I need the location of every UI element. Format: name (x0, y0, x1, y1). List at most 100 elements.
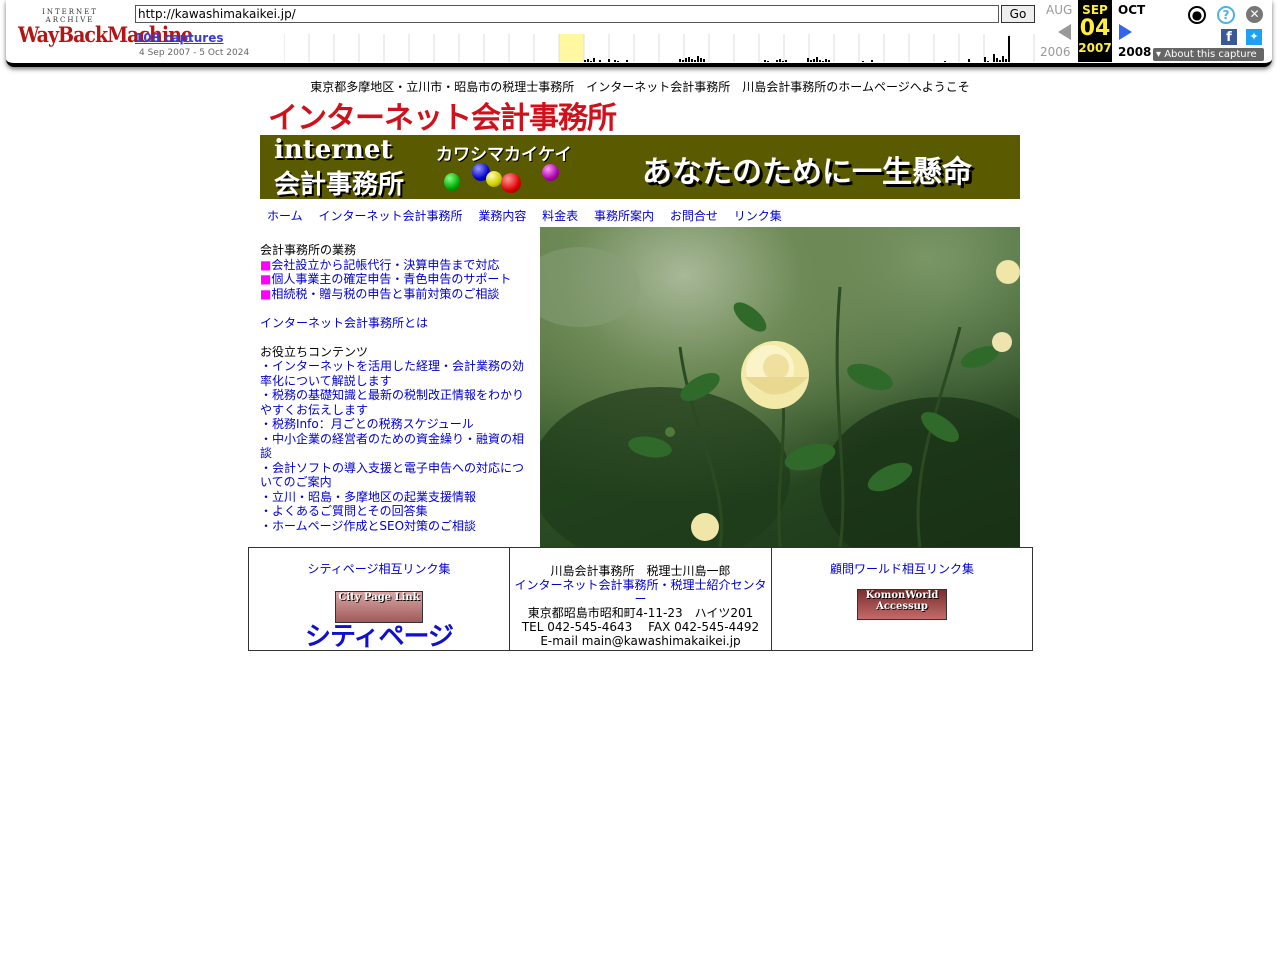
list-link[interactable]: 個人事業主の確定申告・青色申告のサポート (271, 272, 511, 286)
sparkline-bar (813, 59, 815, 62)
about-capture-button[interactable]: ▾ About this capture (1153, 48, 1264, 61)
user-icon[interactable]: ● (1188, 6, 1206, 24)
sparkline-bar (764, 60, 766, 62)
footer-cell-right: 顧問ワールド相互リンク集 KomonWorld Accessup (772, 548, 1032, 650)
wayback-captures-link[interactable]: 108 captures (135, 31, 224, 45)
city-page-link[interactable]: シティページ相互リンク集 (307, 562, 450, 576)
komon-world-badge[interactable]: KomonWorld Accessup (857, 589, 947, 620)
sparkline-bar (822, 61, 824, 62)
bullet-square-icon: ■ (260, 286, 272, 301)
banner-office: 会計事務所 (274, 170, 405, 199)
sparkline-bar (694, 60, 696, 62)
sparkline-bar (599, 60, 601, 62)
facebook-icon[interactable]: f (1221, 29, 1237, 45)
help-icon[interactable]: ? (1217, 6, 1235, 24)
bullet-square-icon: ■ (260, 257, 272, 272)
list-link[interactable]: 会社設立から記帳代行・決算申告まで対応 (271, 258, 499, 272)
sparkline-bar (767, 61, 769, 62)
sparkline-bar (608, 59, 610, 62)
nav-contact[interactable]: お問合せ (670, 209, 718, 223)
sparkline-grid (284, 34, 1035, 62)
wayback-url-input[interactable]: http://kawashimakaikei.jp/ (135, 5, 999, 23)
sparkline-bar (691, 59, 693, 62)
sparkline-bar (685, 58, 687, 62)
sparkline-bar (944, 61, 946, 62)
sparkline-bar (614, 60, 616, 62)
sparkline-bar (871, 60, 873, 62)
wayback-prev-arrow-icon[interactable] (1058, 24, 1071, 40)
sparkline-bar (776, 60, 778, 62)
sparkline-bar (819, 60, 821, 62)
wayback-go-button[interactable]: Go (1001, 5, 1035, 23)
city-page-badge[interactable]: City Page Link (335, 591, 423, 623)
sparkline-bar (810, 60, 812, 62)
office-link[interactable]: インターネット会計事務所・税理士紹介センター (514, 578, 766, 606)
wayback-next-year[interactable]: 2008 (1118, 45, 1151, 59)
close-icon[interactable]: ✕ (1246, 6, 1263, 23)
office-email: E-mail main@kawashimakaikei.jp (540, 634, 741, 648)
list-link[interactable]: ・税務の基礎知識と最新の税制改正情報をわかりやすくお伝えします (260, 388, 535, 417)
wayback-prev-month[interactable]: AUG (1046, 3, 1072, 17)
sparkline-bar (1005, 59, 1007, 62)
banner-internet: internet (274, 135, 393, 165)
wayback-prev-year[interactable]: 2006 (1040, 45, 1071, 59)
nav-home[interactable]: ホーム (267, 209, 303, 223)
sparkline-bar (703, 59, 705, 62)
office-address: 東京都昭島市昭和町4-11-23 ハイツ201 (527, 606, 754, 620)
list-link[interactable]: ・よくあるご質問とその回答集 (260, 504, 535, 519)
footer-table: シティページ相互リンク集 City Page Link シティページ 川島会計事… (248, 547, 1033, 651)
list-link[interactable]: ・インターネットを活用した経理・会計業務の効率化について解説します (260, 359, 535, 388)
wayback-current-day: 04 (1079, 16, 1111, 41)
sparkline-bar (984, 57, 986, 62)
sparkline-bar (688, 57, 690, 62)
wayback-logo[interactable]: INTERNET ARCHIVE WayBackMachine (18, 8, 193, 52)
nav-services[interactable]: 業務内容 (478, 209, 526, 223)
nav-internet-office[interactable]: インターネット会計事務所 (318, 209, 462, 223)
sparkline-bar (816, 57, 818, 62)
komon-world-link[interactable]: 顧問ワールド相互リンク集 (830, 562, 974, 576)
list-link[interactable]: ・中小企業の経営者のための資金繰り・融資の相談 (260, 432, 535, 461)
nav-fees[interactable]: 料金表 (542, 209, 578, 223)
page-tagline: 東京都多摩地区・立川市・昭島市の税理士事務所 インターネット会計事務所 川島会計… (310, 80, 970, 94)
ball-yellow-icon (486, 171, 502, 187)
sparkline-bar (587, 59, 589, 62)
sparkline-bar (593, 58, 595, 62)
sparkline-bar (782, 61, 784, 62)
twitter-icon[interactable]: ✦ (1246, 29, 1262, 45)
sparkline-bar (1002, 56, 1004, 62)
sparkline-bar (682, 60, 684, 62)
rose-bloom (741, 341, 809, 409)
section-title: お役立ちコンテンツ (260, 344, 369, 359)
nav-links[interactable]: リンク集 (734, 209, 782, 223)
list-link[interactable]: ・税務Info：月ごとの税務スケジュール (260, 417, 535, 432)
list-item[interactable]: ■個人事業主の確定申告・青色申告のサポート (260, 272, 535, 287)
list-link[interactable]: ・会計ソフトの導入支援と電子申告への対応についてのご案内 (260, 461, 535, 490)
list-item[interactable]: ■相続税・贈与税の申告と事前対策のご相談 (260, 287, 535, 302)
sparkline-bar (679, 59, 681, 62)
ball-purple-icon (542, 164, 559, 181)
banner-katakana: カワシマカイケイ (436, 145, 572, 165)
header-banner: internet 会計事務所 カワシマカイケイ あなたのために一生懸命 (260, 135, 1020, 199)
about-capture-label: About this capture (1164, 49, 1257, 60)
internet-office-link[interactable]: インターネット会計事務所とは (260, 316, 535, 331)
office-phone: TEL 042-545-4643 FAX 042-545-4492 (521, 620, 760, 634)
sparkline-highlight (559, 34, 584, 62)
list-link[interactable]: ・ホームページ作成とSEO対策のご相談 (260, 519, 535, 534)
sparkline-bar (996, 58, 998, 62)
banner-slogan: あなたのために一生懸命 (642, 155, 972, 190)
list-link[interactable]: 相続税・贈与税の申告と事前対策のご相談 (271, 287, 499, 301)
list-item[interactable]: ■会社設立から記帳代行・決算申告まで対応 (260, 258, 535, 273)
city-page-logo[interactable]: シティページ (249, 623, 509, 651)
wayback-current-date: SEP 04 2007 (1078, 0, 1112, 62)
sparkline-bar (1008, 36, 1010, 62)
section-title: 会計事務所の業務 (260, 243, 357, 257)
list-link[interactable]: ・立川・昭島・多摩地区の起業支援情報 (260, 490, 535, 505)
wayback-current-month: SEP (1082, 3, 1108, 17)
nav-about[interactable]: 事務所案内 (594, 209, 654, 223)
wayback-next-month[interactable]: OCT (1118, 3, 1145, 17)
sparkline-bar (825, 59, 827, 62)
wayback-next-arrow-icon[interactable] (1119, 24, 1132, 40)
site-logo[interactable]: インターネット会計事務所 (268, 93, 617, 137)
wayback-sparkline[interactable] (284, 34, 1036, 62)
